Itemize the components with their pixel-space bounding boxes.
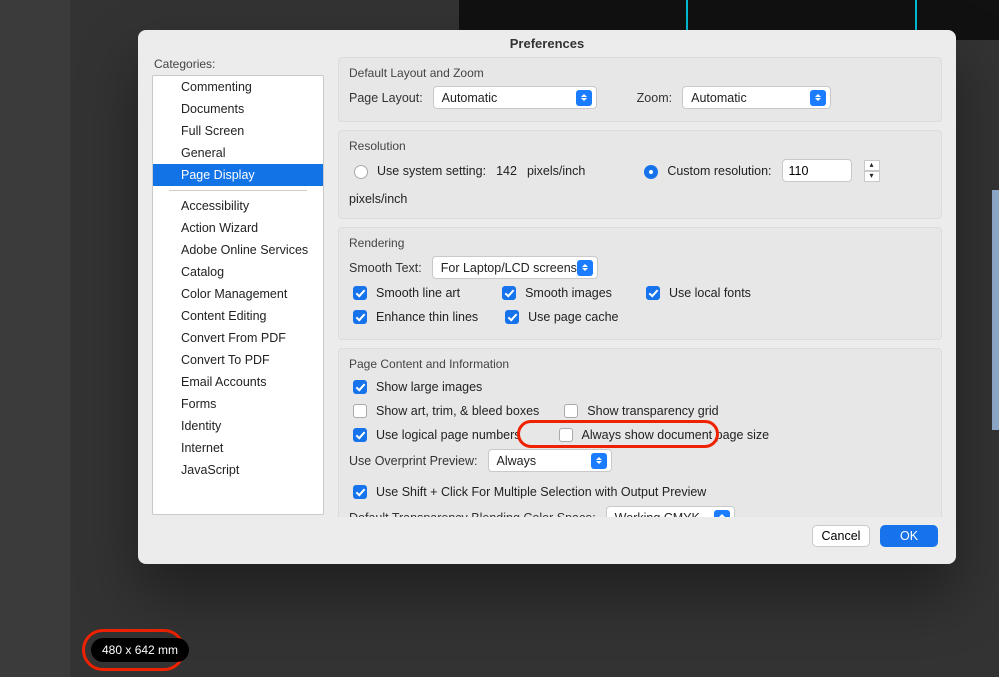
cancel-button[interactable]: Cancel [812,525,870,547]
categories-list[interactable]: Commenting Documents Full Screen General… [152,75,324,515]
section-content: Page Content and Information Show large … [338,348,942,517]
sidebar-item-color-management[interactable]: Color Management [153,283,323,305]
sidebar-item-internet[interactable]: Internet [153,437,323,459]
use-local-fonts-checkbox[interactable]: Use local fonts [642,283,751,303]
show-art-trim-checkbox[interactable]: Show art, trim, & bleed boxes [349,401,539,421]
blending-label: Default Transparency Blending Color Spac… [349,511,596,518]
sidebar-item-full-screen[interactable]: Full Screen [153,120,323,142]
chevron-updown-icon [576,90,592,106]
section-layout: Default Layout and Zoom Page Layout: Aut… [338,57,942,122]
blending-select[interactable]: Working CMYK [606,506,735,517]
sidebar-item-catalog[interactable]: Catalog [153,261,323,283]
chevron-updown-icon [577,260,593,276]
toolbar-placeholder [0,0,70,677]
resolution-units: pixels/inch [527,164,585,178]
highlight-page-size-option [517,420,719,448]
smooth-images-checkbox[interactable]: Smooth images [498,283,612,303]
sidebar-item-javascript[interactable]: JavaScript [153,459,323,481]
app-background: 480 x 642 mm Preferences Categories: Com… [0,0,999,677]
sidebar-item-general[interactable]: General [153,142,323,164]
layout-heading: Default Layout and Zoom [349,66,931,80]
sidebar-item-page-display[interactable]: Page Display [153,164,323,186]
rendering-heading: Rendering [349,236,931,250]
sidebar-item-identity[interactable]: Identity [153,415,323,437]
show-transparency-grid-checkbox[interactable]: Show transparency grid [560,401,718,421]
sidebar-item-convert-from-pdf[interactable]: Convert From PDF [153,327,323,349]
chevron-updown-icon [714,510,730,518]
page-layout-select[interactable]: Automatic [433,86,597,109]
sidebar-item-email-accounts[interactable]: Email Accounts [153,371,323,393]
page-layout-label: Page Layout: [349,91,423,105]
ok-button[interactable]: OK [880,525,938,547]
sidebar-separator [169,190,307,191]
section-resolution: Resolution Use system setting: 142 pixel… [338,130,942,219]
chevron-updown-icon [591,453,607,469]
sidebar-item-commenting[interactable]: Commenting [153,76,323,98]
zoom-label: Zoom: [637,91,672,105]
system-resolution-value: 142 [496,164,517,178]
sidebar-item-accessibility[interactable]: Accessibility [153,195,323,217]
show-large-images-checkbox[interactable]: Show large images [349,377,482,397]
enhance-thin-lines-checkbox[interactable]: Enhance thin lines [349,307,478,327]
content-heading: Page Content and Information [349,357,931,371]
sidebar-item-content-editing[interactable]: Content Editing [153,305,323,327]
categories-label: Categories: [154,57,324,71]
resolution-stepper[interactable]: ▴▾ [864,160,880,182]
custom-resolution-radio[interactable]: Custom resolution: [639,162,771,179]
sidebar-item-adobe-online[interactable]: Adobe Online Services [153,239,323,261]
use-page-cache-checkbox[interactable]: Use page cache [501,307,618,327]
sidebar-item-action-wizard[interactable]: Action Wizard [153,217,323,239]
section-rendering: Rendering Smooth Text: For Laptop/LCD sc… [338,227,942,340]
overprint-label: Use Overprint Preview: [349,454,478,468]
overprint-select[interactable]: Always [488,449,612,472]
sidebar-item-forms[interactable]: Forms [153,393,323,415]
resolution-units-2: pixels/inch [349,192,407,206]
zoom-select[interactable]: Automatic [682,86,831,109]
dialog-title: Preferences [138,30,956,57]
chevron-updown-icon [810,90,826,106]
custom-resolution-input[interactable] [782,159,852,182]
sidebar-item-convert-to-pdf[interactable]: Convert To PDF [153,349,323,371]
smooth-text-select[interactable]: For Laptop/LCD screens [432,256,598,279]
sidebar-item-documents[interactable]: Documents [153,98,323,120]
system-resolution-radio[interactable]: Use system setting: [349,162,486,179]
page-dimensions-tooltip: 480 x 642 mm [91,638,189,662]
shift-click-checkbox[interactable]: Use Shift + Click For Multiple Selection… [349,482,706,502]
use-logical-page-numbers-checkbox[interactable]: Use logical page numbers [349,425,521,445]
smooth-line-art-checkbox[interactable]: Smooth line art [349,283,460,303]
preferences-dialog: Preferences Categories: Commenting Docum… [138,30,956,564]
document-edge [992,190,999,430]
smooth-text-label: Smooth Text: [349,261,422,275]
resolution-heading: Resolution [349,139,931,153]
